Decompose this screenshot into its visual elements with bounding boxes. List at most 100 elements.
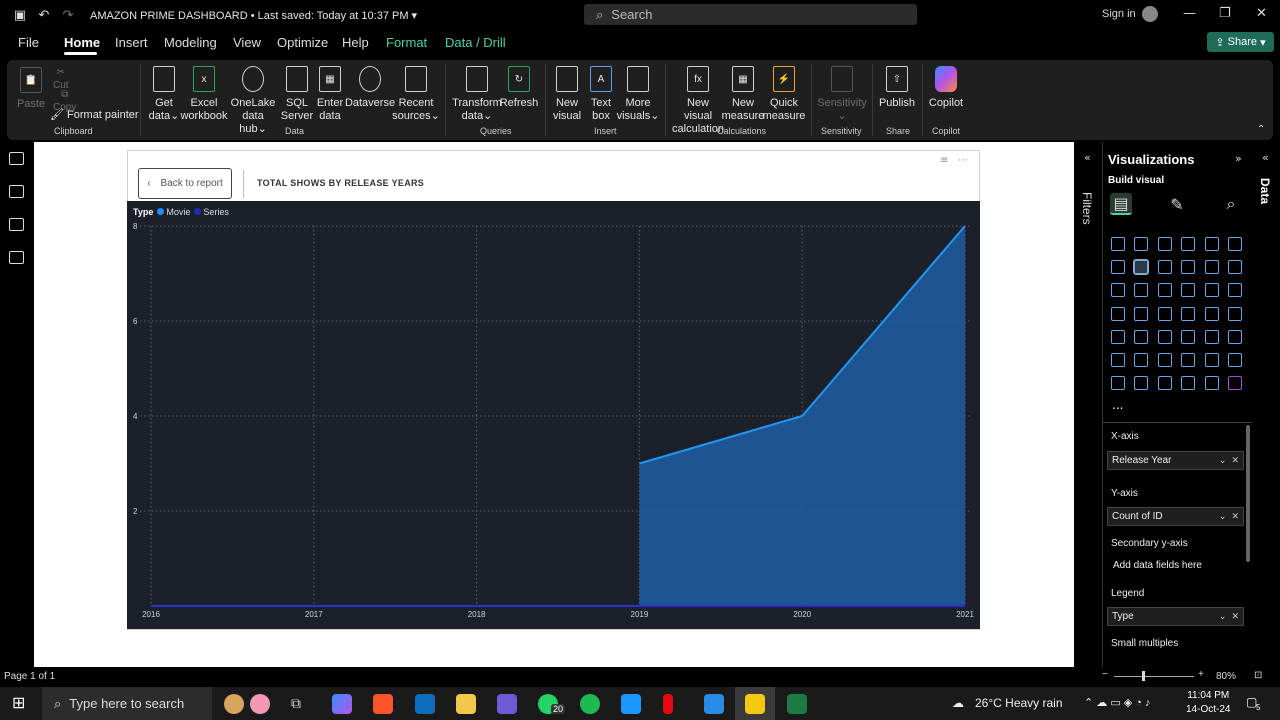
visual-type-icon[interactable] — [1228, 283, 1242, 298]
menu-home[interactable]: Home — [64, 35, 100, 50]
vscode-icon[interactable] — [704, 694, 724, 714]
netflix-icon[interactable] — [663, 694, 673, 714]
legend-field[interactable]: Type ⌄ ✕ — [1107, 607, 1244, 626]
visual-type-icon[interactable] — [1181, 376, 1196, 391]
visual-type-icon[interactable] — [1111, 376, 1125, 391]
collapse-ribbon-icon[interactable]: ⌃ — [1257, 124, 1265, 135]
back-to-report-button[interactable]: ‹ Back to report — [138, 168, 232, 199]
visual-type-icon[interactable] — [1111, 353, 1125, 367]
enter-data-button[interactable]: ▦ Enter data — [316, 66, 344, 123]
table-view-icon[interactable] — [9, 185, 24, 198]
taskbar-search[interactable]: ⌕ Type here to search — [42, 687, 212, 720]
menu-insert[interactable]: Insert — [115, 35, 148, 50]
visual-type-icon[interactable] — [1111, 329, 1125, 344]
windows-start-icon[interactable]: ⊞ — [12, 693, 25, 713]
visual-type-icon[interactable] — [1157, 376, 1172, 391]
more-options-icon[interactable]: ⋯ — [958, 155, 968, 166]
visual-type-icon[interactable] — [1204, 376, 1219, 391]
menu-help[interactable]: Help — [342, 35, 369, 50]
minimize-icon[interactable]: — — [1183, 6, 1196, 21]
visual-type-icon[interactable] — [1134, 353, 1149, 367]
visual-type-icon[interactable] — [1134, 237, 1149, 251]
transform-data-button[interactable]: Transform data⌄ — [452, 66, 502, 123]
avatar[interactable] — [1142, 6, 1158, 22]
visual-type-icon[interactable] — [1181, 329, 1196, 344]
visual-type-icon[interactable] — [1228, 376, 1242, 391]
visual-type-icon[interactable] — [1157, 260, 1172, 275]
signin-link[interactable]: Sign in — [1102, 8, 1136, 20]
new-measure-button[interactable]: ▦ New measure — [722, 66, 764, 123]
visual-type-icon[interactable] — [1228, 237, 1242, 251]
zoom-handle[interactable] — [1142, 671, 1145, 681]
undo-icon[interactable]: ↶ — [32, 0, 56, 30]
paste-button[interactable]: 📋 Paste — [17, 67, 45, 111]
legend-item-series[interactable]: Series — [194, 207, 229, 217]
fit-page-icon[interactable]: ⊡ — [1254, 670, 1262, 681]
search-input[interactable]: ⌕ Search — [584, 4, 917, 25]
visual-type-icon[interactable] — [1204, 306, 1219, 321]
menu-optimize[interactable]: Optimize — [277, 35, 328, 50]
dax-query-icon[interactable] — [9, 251, 24, 264]
visual-type-icon[interactable] — [1157, 283, 1172, 298]
expand-filters-icon[interactable]: « — [1084, 151, 1091, 164]
visual-type-icon[interactable] — [1134, 283, 1149, 298]
excel-taskbar-icon[interactable] — [787, 694, 807, 714]
visual-type-icon[interactable] — [1228, 353, 1242, 367]
report-view-icon[interactable] — [9, 152, 24, 165]
secondary-y-drop-zone[interactable]: Add data fields here — [1113, 560, 1202, 571]
visual-type-icon[interactable] — [1111, 260, 1125, 275]
share-button[interactable]: ⇪ Share ▾ — [1207, 32, 1274, 52]
build-visual-tab[interactable]: ▤ — [1110, 193, 1132, 215]
save-icon[interactable]: ▣ — [8, 0, 32, 30]
more-visuals-button[interactable]: More visuals⌄ — [617, 66, 659, 123]
analytics-tab[interactable]: ⌕ — [1220, 193, 1242, 215]
prime-video-icon[interactable] — [621, 694, 641, 714]
sql-server-button[interactable]: SQL Server — [281, 66, 313, 123]
visual-type-icon[interactable] — [1157, 237, 1172, 251]
legend-item-movie[interactable]: Movie — [157, 207, 190, 217]
x-axis-field[interactable]: Release Year ⌄ ✕ — [1107, 451, 1244, 470]
zoom-out-icon[interactable]: − — [1102, 669, 1108, 680]
refresh-button[interactable]: ↻ Refresh — [500, 66, 538, 110]
visual-type-icon[interactable] — [1111, 306, 1125, 321]
recent-sources-button[interactable]: Recent sources⌄ — [392, 66, 440, 123]
collapse-viz-icon[interactable]: » — [1235, 152, 1242, 165]
tray-icons[interactable]: ⌃ ☁ ▭ ◈ ◔ ♪ — [1084, 696, 1151, 709]
visual-type-icon[interactable] — [1157, 306, 1172, 321]
format-painter-button[interactable]: 🖌 Format painter — [50, 109, 139, 122]
expand-data-icon[interactable]: « — [1262, 151, 1269, 164]
y-axis-field[interactable]: Count of ID ⌄ ✕ — [1107, 507, 1244, 526]
visual-type-icon[interactable] — [1204, 283, 1219, 298]
filters-label[interactable]: Filters — [1080, 192, 1094, 225]
visual-type-icon[interactable] — [1157, 353, 1172, 367]
publish-button[interactable]: ⇧ Publish — [879, 66, 915, 110]
redo-icon[interactable]: ↷ — [56, 0, 80, 30]
outlook-icon[interactable] — [415, 694, 435, 714]
visual-type-icon[interactable] — [1181, 353, 1196, 367]
visual-type-icon[interactable] — [1204, 329, 1219, 344]
menu-data-drill[interactable]: Data / Drill — [445, 35, 506, 50]
visual-type-icon[interactable] — [1134, 376, 1149, 391]
powerbi-icon[interactable] — [745, 694, 765, 714]
visual-type-icon[interactable] — [1181, 260, 1196, 275]
system-clock[interactable]: 11:04 PM 14-Oct-24 — [1186, 689, 1230, 717]
zoom-slider[interactable] — [1114, 676, 1194, 677]
file-explorer-icon[interactable] — [456, 694, 476, 714]
get-data-button[interactable]: Get data⌄ — [148, 66, 180, 123]
model-view-icon[interactable] — [9, 218, 24, 231]
text-box-button[interactable]: A Text box — [588, 66, 614, 123]
visual-type-icon[interactable] — [1228, 306, 1242, 321]
field-controls[interactable]: ⌄ ✕ — [1219, 511, 1239, 522]
visual-type-icon[interactable] — [1204, 237, 1219, 251]
new-visual-button[interactable]: New visual — [553, 66, 581, 123]
visual-type-icon[interactable] — [1181, 237, 1196, 251]
visual-type-icon[interactable] — [1181, 306, 1196, 321]
visual-type-icon[interactable] — [1181, 283, 1196, 298]
task-view-icon[interactable]: ⧉ — [291, 695, 301, 712]
copilot-button[interactable]: Copilot — [927, 66, 965, 110]
app-icon[interactable] — [497, 694, 517, 714]
menu-file[interactable]: File — [18, 35, 39, 50]
visual-type-icon[interactable] — [1204, 260, 1219, 275]
visual-type-icon[interactable] — [1111, 237, 1125, 251]
filter-icon[interactable]: ≡ — [940, 155, 948, 166]
